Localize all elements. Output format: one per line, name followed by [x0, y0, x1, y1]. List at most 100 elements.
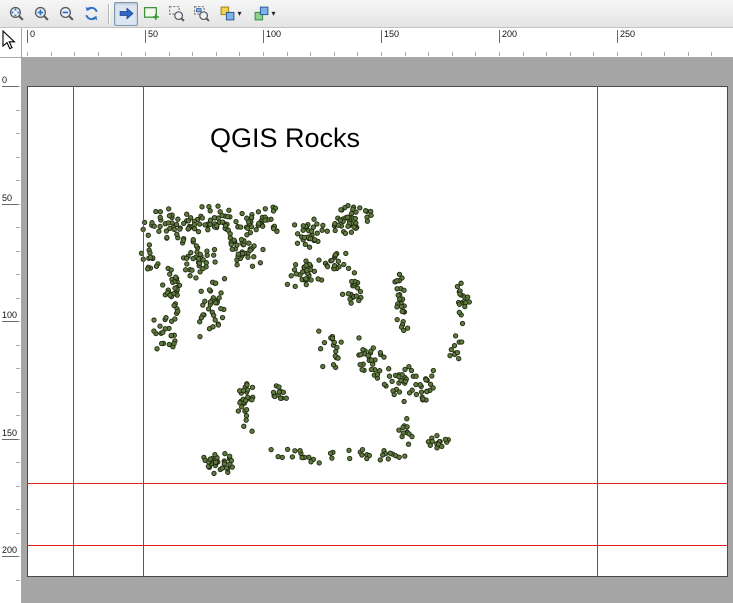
ruler-minor-tick	[16, 298, 20, 299]
ruler-label: 0	[30, 29, 35, 39]
raise-items-button[interactable]: ▾	[214, 2, 247, 26]
ruler-label: 100	[2, 310, 17, 320]
ruler-tick	[145, 30, 146, 43]
ruler-minor-tick	[145, 52, 146, 56]
guide-vertical[interactable]	[73, 86, 74, 577]
zoom-full-icon	[8, 5, 25, 22]
ruler-minor-tick	[711, 52, 712, 56]
guide-vertical[interactable]	[143, 86, 144, 577]
ruler-minor-tick	[16, 486, 20, 487]
ruler-minor-tick	[593, 52, 594, 56]
toolbar-separator	[108, 4, 109, 24]
ruler-minor-tick	[169, 52, 170, 56]
vertical-ruler[interactable]: 0 50 100 150 200	[0, 58, 22, 603]
mouse-cursor	[1, 30, 19, 55]
ruler-minor-tick	[216, 52, 217, 56]
ruler-minor-tick	[98, 52, 99, 56]
ruler-tick	[2, 556, 18, 557]
ruler-label: 50	[148, 29, 158, 39]
ruler-minor-tick	[688, 52, 689, 56]
ruler-minor-tick	[523, 52, 524, 56]
refresh-icon	[83, 5, 100, 22]
ruler-minor-tick	[287, 52, 288, 56]
ruler-minor-tick	[641, 52, 642, 56]
zoom-in-button[interactable]	[29, 2, 53, 26]
align-items-icon	[253, 5, 270, 22]
ruler-minor-tick	[121, 52, 122, 56]
ruler-corner	[0, 28, 22, 58]
ruler-label: 0	[2, 75, 7, 85]
composer-canvas[interactable]: QGIS Rocks	[22, 58, 733, 603]
zoom-out-icon	[58, 5, 75, 22]
ruler-minor-tick	[381, 52, 382, 56]
ruler-tick	[617, 30, 618, 43]
ruler-minor-tick	[27, 52, 28, 56]
ruler-minor-tick	[239, 52, 240, 56]
zoom-to-selection-button[interactable]	[189, 2, 213, 26]
ruler-minor-tick	[16, 251, 20, 252]
ruler-minor-tick	[452, 52, 453, 56]
ruler-minor-tick	[16, 157, 20, 158]
ruler-minor-tick	[664, 52, 665, 56]
ruler-minor-tick	[16, 392, 20, 393]
guide-vertical[interactable]	[597, 86, 598, 577]
ruler-tick	[263, 30, 264, 43]
ruler-minor-tick	[16, 462, 20, 463]
zoom-to-selection-icon	[193, 5, 210, 22]
ruler-minor-tick	[263, 52, 264, 56]
ruler-minor-tick	[617, 52, 618, 56]
ruler-minor-tick	[16, 509, 20, 510]
ruler-minor-tick	[16, 415, 20, 416]
ruler-minor-tick	[51, 52, 52, 56]
ruler-minor-tick	[570, 52, 571, 56]
zoom-out-button[interactable]	[54, 2, 78, 26]
map-title-label[interactable]: QGIS Rocks	[210, 123, 360, 154]
ruler-minor-tick	[357, 52, 358, 56]
zoom-to-item-icon	[168, 5, 185, 22]
zoom-full-button[interactable]	[4, 2, 28, 26]
ruler-minor-tick	[546, 52, 547, 56]
ruler-label: 200	[2, 545, 17, 555]
zoom-in-icon	[33, 5, 50, 22]
ruler-minor-tick	[310, 52, 311, 56]
dropdown-arrow-icon: ▾	[271, 10, 275, 18]
ruler-minor-tick	[16, 274, 20, 275]
ruler-label: 100	[266, 29, 281, 39]
ruler-minor-tick	[16, 368, 20, 369]
ruler-tick	[499, 30, 500, 43]
ruler-minor-tick	[74, 52, 75, 56]
ruler-minor-tick	[16, 580, 20, 581]
ruler-minor-tick	[405, 52, 406, 56]
ruler-tick	[2, 86, 18, 87]
ruler-minor-tick	[16, 345, 20, 346]
guide-horizontal[interactable]	[27, 483, 728, 484]
ruler-label: 150	[384, 29, 399, 39]
ruler-minor-tick	[16, 133, 20, 134]
ruler-label: 150	[2, 428, 17, 438]
ruler-tick	[2, 321, 18, 322]
add-new-map-button[interactable]	[139, 2, 163, 26]
ruler-minor-tick	[16, 227, 20, 228]
page[interactable]: QGIS Rocks	[27, 86, 728, 577]
ruler-minor-tick	[16, 180, 20, 181]
ruler-label: 200	[502, 29, 517, 39]
ruler-minor-tick	[428, 52, 429, 56]
dropdown-arrow-icon: ▾	[237, 10, 241, 18]
ruler-tick	[2, 204, 18, 205]
ruler-label: 250	[620, 29, 635, 39]
refresh-button[interactable]	[79, 2, 103, 26]
ruler-tick	[2, 439, 18, 440]
align-items-button[interactable]: ▾	[248, 2, 281, 26]
ruler-minor-tick	[16, 110, 20, 111]
ruler-minor-tick	[334, 52, 335, 56]
horizontal-ruler[interactable]: 0 50 100 150 200 250	[22, 28, 733, 58]
map-item[interactable]	[28, 87, 729, 578]
ruler-minor-tick	[475, 52, 476, 56]
move-item-content-button[interactable]	[114, 2, 138, 26]
guide-horizontal[interactable]	[27, 545, 728, 546]
zoom-to-item-button[interactable]	[164, 2, 188, 26]
ruler-label: 50	[2, 193, 12, 203]
ruler-tick	[27, 30, 28, 43]
toolbar: ▾ ▾	[0, 0, 733, 28]
ruler-tick	[381, 30, 382, 43]
